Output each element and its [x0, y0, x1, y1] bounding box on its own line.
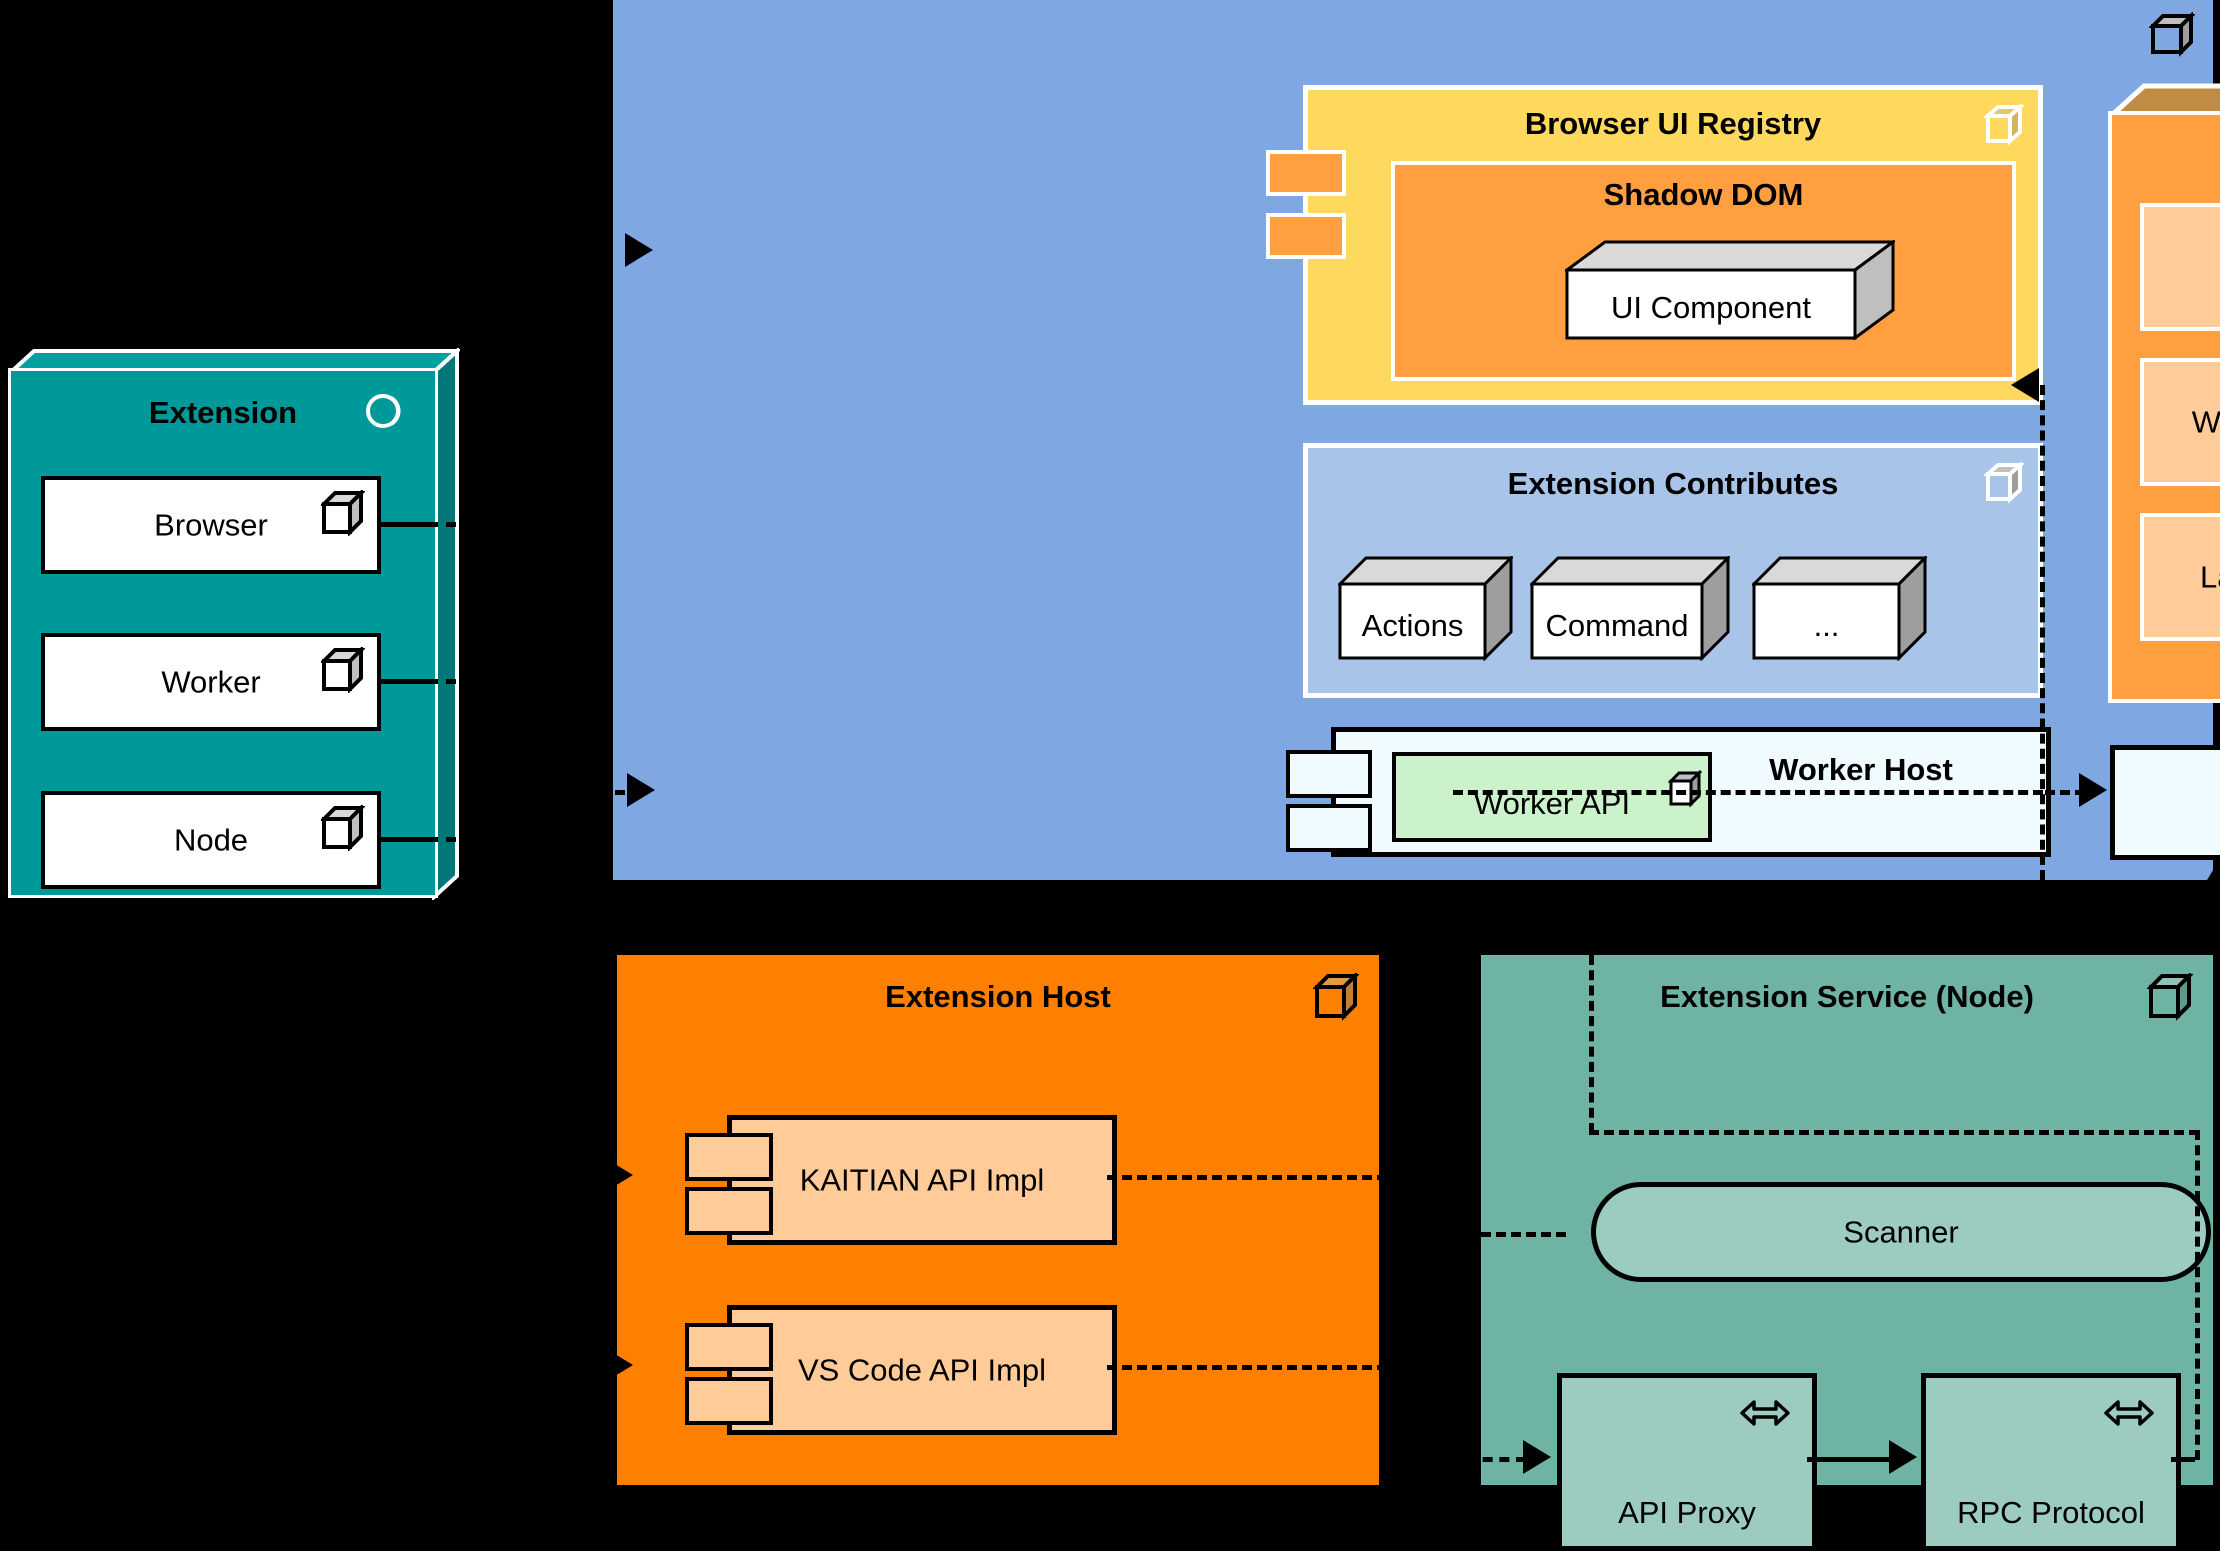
extension-item-browser[interactable]: Browser	[41, 476, 381, 574]
contribute-label: ...	[1813, 608, 1840, 643]
ui-component-label: UI Component	[1611, 290, 1811, 325]
component-cube-icon	[1312, 971, 1360, 1026]
arrow-into-vscode	[605, 1348, 633, 1382]
extension-stub-node	[378, 837, 438, 842]
extension-dash-browser	[446, 522, 476, 527]
extension-dash-worker	[446, 679, 476, 684]
connector-rpc-loop-up	[1589, 955, 1594, 1133]
main-thread-features-title: Main Thread Features	[2112, 137, 2220, 168]
extension-host-item-vscode[interactable]: VS Code API Impl	[727, 1305, 1117, 1435]
kaitian-port-top[interactable]	[685, 1133, 773, 1181]
connector-rpc-loop-vertical	[2195, 1130, 2200, 1460]
arrow-to-worker-host	[627, 773, 655, 807]
contribute-box-actions: Actions	[1338, 556, 1513, 661]
component-cube-icon	[2148, 11, 2196, 63]
worker-api: Worker API	[1392, 752, 1712, 842]
extension-item-worker[interactable]: Worker	[41, 633, 381, 731]
connector-trunk-vertical	[2040, 385, 2045, 880]
kaitian-port-bottom[interactable]	[685, 1187, 773, 1235]
arrow-to-rpc-protocol	[1889, 1440, 1917, 1474]
connector-vscode-out	[1107, 1365, 1387, 1370]
extension-service-panel: Extension Service (Node) Scanner API Pro…	[1466, 955, 2213, 1551]
component-cube-icon	[2146, 971, 2194, 1026]
feature-cell-workspace[interactable]: Workspace	[2140, 358, 2220, 486]
extension-stub-worker	[378, 679, 438, 684]
connector-into-api-proxy	[1466, 1457, 1526, 1462]
ui-component-box: UI Component	[1565, 240, 1895, 340]
service-item-rpc-protocol[interactable]: RPC Protocol	[1921, 1373, 2181, 1551]
assembly-circle-icon	[365, 389, 409, 438]
main-thread-api-impl-label: Main Thread API Impl	[2115, 788, 2220, 819]
component-cube-icon	[1982, 460, 2026, 509]
connector-into-scanner	[1466, 1232, 1566, 1237]
browser-panel: Browser UI Registry Shadow DOM UI Compon…	[425, 0, 2220, 890]
extension-component: Extension Browser Worker Node	[8, 348, 476, 900]
feature-cell-language[interactable]: Language	[2140, 513, 2220, 641]
main-thread-features: Main Thread Features Editor	[2108, 83, 2220, 703]
browser-ui-registry-title: Browser UI Registry	[1524, 106, 1822, 141]
service-item-label: RPC Protocol	[1957, 1495, 2145, 1530]
browser-ui-registry: Browser UI Registry Shadow DOM UI Compon…	[1266, 85, 2043, 405]
extension-contributes: Extension Contributes Actions Command ..…	[1303, 443, 2043, 698]
connector-api-proxy-to-rpc	[1807, 1457, 1893, 1462]
extension-dash-node	[446, 837, 476, 842]
component-cube-icon	[319, 645, 366, 698]
bidirectional-arrow-icon	[1740, 1396, 1790, 1435]
connector-rpc-right-stub	[2171, 1457, 2195, 1462]
vscode-port-bottom[interactable]	[685, 1377, 773, 1425]
contribute-label: Actions	[1361, 608, 1464, 643]
main-thread-api-impl: Main Thread API Impl	[2110, 745, 2220, 860]
extension-stub-browser	[378, 522, 438, 527]
worker-host-title: Worker Host	[1769, 752, 1953, 787]
registry-port-top[interactable]	[1266, 150, 1346, 196]
shadow-dom-title: Shadow DOM	[1603, 177, 1804, 212]
extension-item-node[interactable]: Node	[41, 791, 381, 889]
component-cube-icon	[1982, 102, 2026, 151]
connector-kaitian-out	[1107, 1175, 1387, 1180]
arrow-into-api-proxy	[1523, 1440, 1551, 1474]
extension-host-item-kaitian[interactable]: KAITIAN API Impl	[727, 1115, 1117, 1245]
arrow-to-extension-contributes	[2011, 368, 2039, 402]
contribute-label: Command	[1545, 608, 1689, 643]
extension-host-title: Extension Host	[885, 979, 1111, 1014]
connector-worker-api-to-trunk	[1453, 790, 2043, 795]
arrow-to-main-thread-api	[2079, 773, 2107, 807]
shadow-dom: Shadow DOM UI Component	[1391, 161, 2016, 381]
component-cube-icon	[319, 803, 366, 856]
feature-label: Editor	[2144, 252, 2220, 283]
extension-host-panel: Extension Host KAITIAN API Impl VS Code …	[605, 955, 1387, 1485]
contribute-box-command: Command	[1530, 556, 1730, 661]
extension-host-item-label: KAITIAN API Impl	[799, 1162, 1045, 1198]
extension-contributes-title: Extension Contributes	[1507, 466, 1839, 501]
service-item-label: API Proxy	[1618, 1495, 1756, 1530]
contribute-box-more: ...	[1752, 556, 1927, 661]
connector-rpc-loop-horizontal	[1589, 1130, 2199, 1135]
bidirectional-arrow-icon	[2104, 1396, 2154, 1435]
main-thread-features-face: Main Thread Features Editor	[2108, 111, 2220, 703]
worker-host-port-bottom[interactable]	[1286, 804, 1372, 852]
extension-host-item-label: VS Code API Impl	[797, 1352, 1047, 1388]
service-item-api-proxy[interactable]: API Proxy	[1557, 1373, 1817, 1551]
scanner-label: Scanner	[1843, 1214, 1959, 1250]
connector-below-main-api	[2203, 880, 2208, 890]
scanner[interactable]: Scanner	[1591, 1182, 2211, 1282]
registry-port-bottom[interactable]	[1266, 213, 1346, 259]
vscode-port-top[interactable]	[685, 1323, 773, 1371]
component-cube-icon	[319, 488, 366, 541]
feature-cell-editor[interactable]: Editor	[2140, 203, 2220, 331]
feature-label: Workspace	[2191, 404, 2220, 440]
arrow-into-kaitian	[605, 1158, 633, 1192]
connector-extension-to-registry	[425, 250, 605, 255]
extension-component-face: Extension Browser Worker Node	[8, 368, 438, 898]
arrow-to-registry	[625, 233, 653, 267]
worker-host-port-top[interactable]	[1286, 750, 1372, 798]
feature-label: Language	[2200, 559, 2220, 595]
